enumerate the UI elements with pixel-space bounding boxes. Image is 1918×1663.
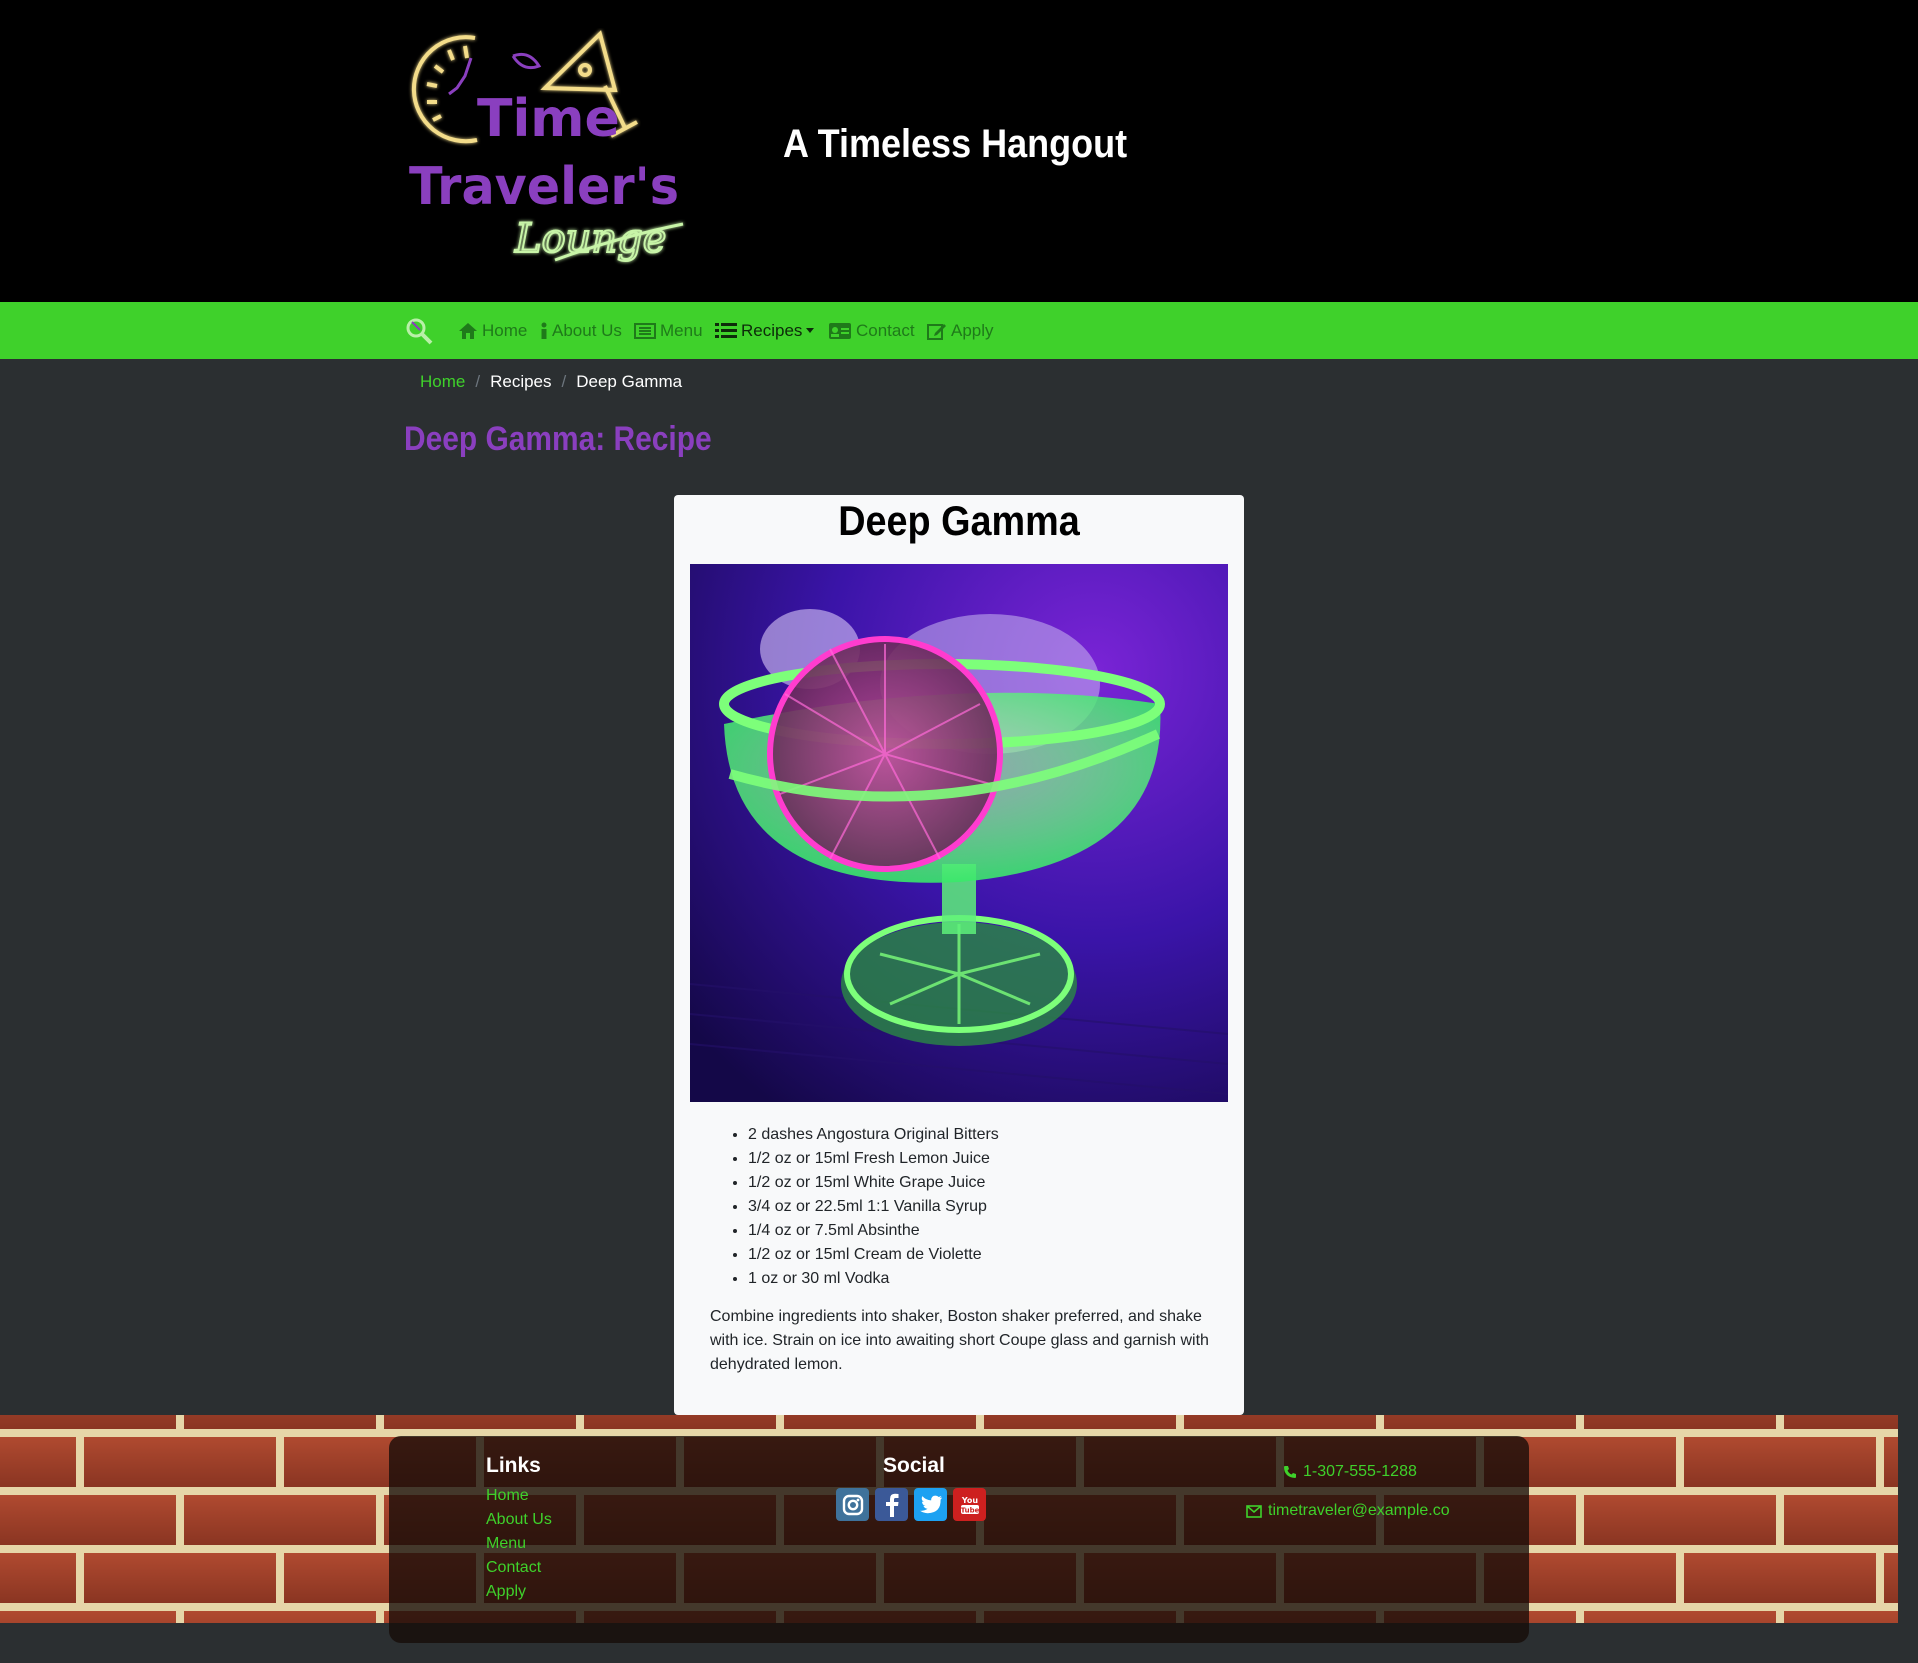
ingredient-item: 1/2 oz or 15ml White Grape Juice [748,1171,999,1195]
nav-contact[interactable]: Contact [828,302,915,359]
footer-link-apply[interactable]: Apply [486,1580,552,1604]
nav-apply[interactable]: Apply [927,302,994,359]
footer-phone-number: 1-307-555-1288 [1303,1463,1417,1480]
footer-social-heading: Social [883,1454,945,1477]
footer-link-home[interactable]: Home [486,1484,552,1508]
home-icon [458,322,478,340]
nav-recipes-dropdown[interactable]: Recipes [715,302,815,359]
footer-link-contact[interactable]: Contact [486,1556,552,1580]
breadcrumb-current: Deep Gamma [576,372,683,391]
nav-recipes-label: Recipes [741,320,803,340]
nav-menu[interactable]: Menu [634,302,703,359]
breadcrumb-separator: / [475,372,481,391]
ingredient-item: 1/2 oz or 15ml Fresh Lemon Juice [748,1147,999,1171]
recipe-card: Deep Gamma • 2 dashes Angostura Original… [674,495,1244,1415]
caret-down-icon [806,328,815,333]
edit-icon [927,322,947,340]
instagram-icon[interactable] [836,1488,869,1521]
drink-photo [690,564,1228,1102]
contact-card-icon [828,322,852,340]
nav-home[interactable]: Home [458,302,527,359]
svg-text:You: You [960,1496,978,1505]
breadcrumb-separator: / [561,372,567,391]
envelope-icon [1246,1504,1262,1518]
logo-word-time: Time [477,89,620,149]
menu-list-icon [634,322,656,339]
nav-contact-label: Contact [856,320,915,340]
nav-menu-label: Menu [660,320,703,340]
ingredient-item: 3/4 oz or 22.5ml 1:1 Vanilla Syrup [748,1195,999,1219]
phone-icon [1284,1466,1296,1478]
nav-home-label: Home [482,320,528,340]
footer-links-section: Links Home About Us Menu Contact Apply [486,1454,552,1604]
list-icon [715,322,737,340]
recipe-instructions: Combine ingredients into shaker, Boston … [710,1308,1209,1373]
ingredient-item: 2 dashes Angostura Original Bitters [748,1123,999,1147]
footer-phone[interactable]: 1-307-555-1288 [1283,1463,1417,1481]
youtube-icon[interactable]: You Tube [953,1488,986,1521]
site-tagline: A Timeless Hangout [783,122,1128,166]
search-logo-icon [406,318,433,344]
info-icon [540,322,548,340]
social-icons: You Tube [836,1488,986,1521]
ingredient-item: 1/2 oz or 15ml Cream de Violette [748,1243,999,1267]
ingredient-item: 1/4 oz or 7.5ml Absinthe [748,1219,999,1243]
page-title: Deep Gamma: Recipe [404,420,712,458]
breadcrumb-home[interactable]: Home [420,372,465,392]
svg-text:Tube: Tube [960,1506,979,1514]
site-header: Time Traveler's Lounge A Timeless Hangou… [0,0,1918,302]
logo-word-travelers: Traveler's [409,157,679,217]
nav-apply-label: Apply [951,320,994,340]
footer-link-menu[interactable]: Menu [486,1532,552,1556]
footer-email-address: timetraveler@example.co [1268,1502,1450,1519]
site-logo[interactable]: Time Traveler's Lounge [405,28,687,266]
logo-word-lounge: Lounge [514,216,666,262]
ingredient-item: 1 oz or 30 ml Vodka [748,1267,999,1291]
ingredients-list: 2 dashes Angostura Original Bitters 1/2 … [708,1123,999,1291]
twitter-icon[interactable] [914,1488,947,1521]
recipe-title: Deep Gamma [838,497,1080,544]
nav-about-label: About Us [552,320,622,340]
nav-about[interactable]: About Us [540,302,622,359]
footer-email[interactable]: timetraveler@example.co [1246,1502,1450,1520]
nav-search-logo[interactable] [404,302,434,359]
footer-links-heading: Links [486,1454,541,1477]
breadcrumb-recipes: Recipes [490,372,552,391]
main-navbar: Home About Us Menu Recipes Contact Apply [0,302,1918,359]
breadcrumb: Home / Recipes / Deep Gamma [420,372,682,392]
footer-link-about[interactable]: About Us [486,1508,552,1532]
facebook-icon[interactable] [875,1488,908,1521]
